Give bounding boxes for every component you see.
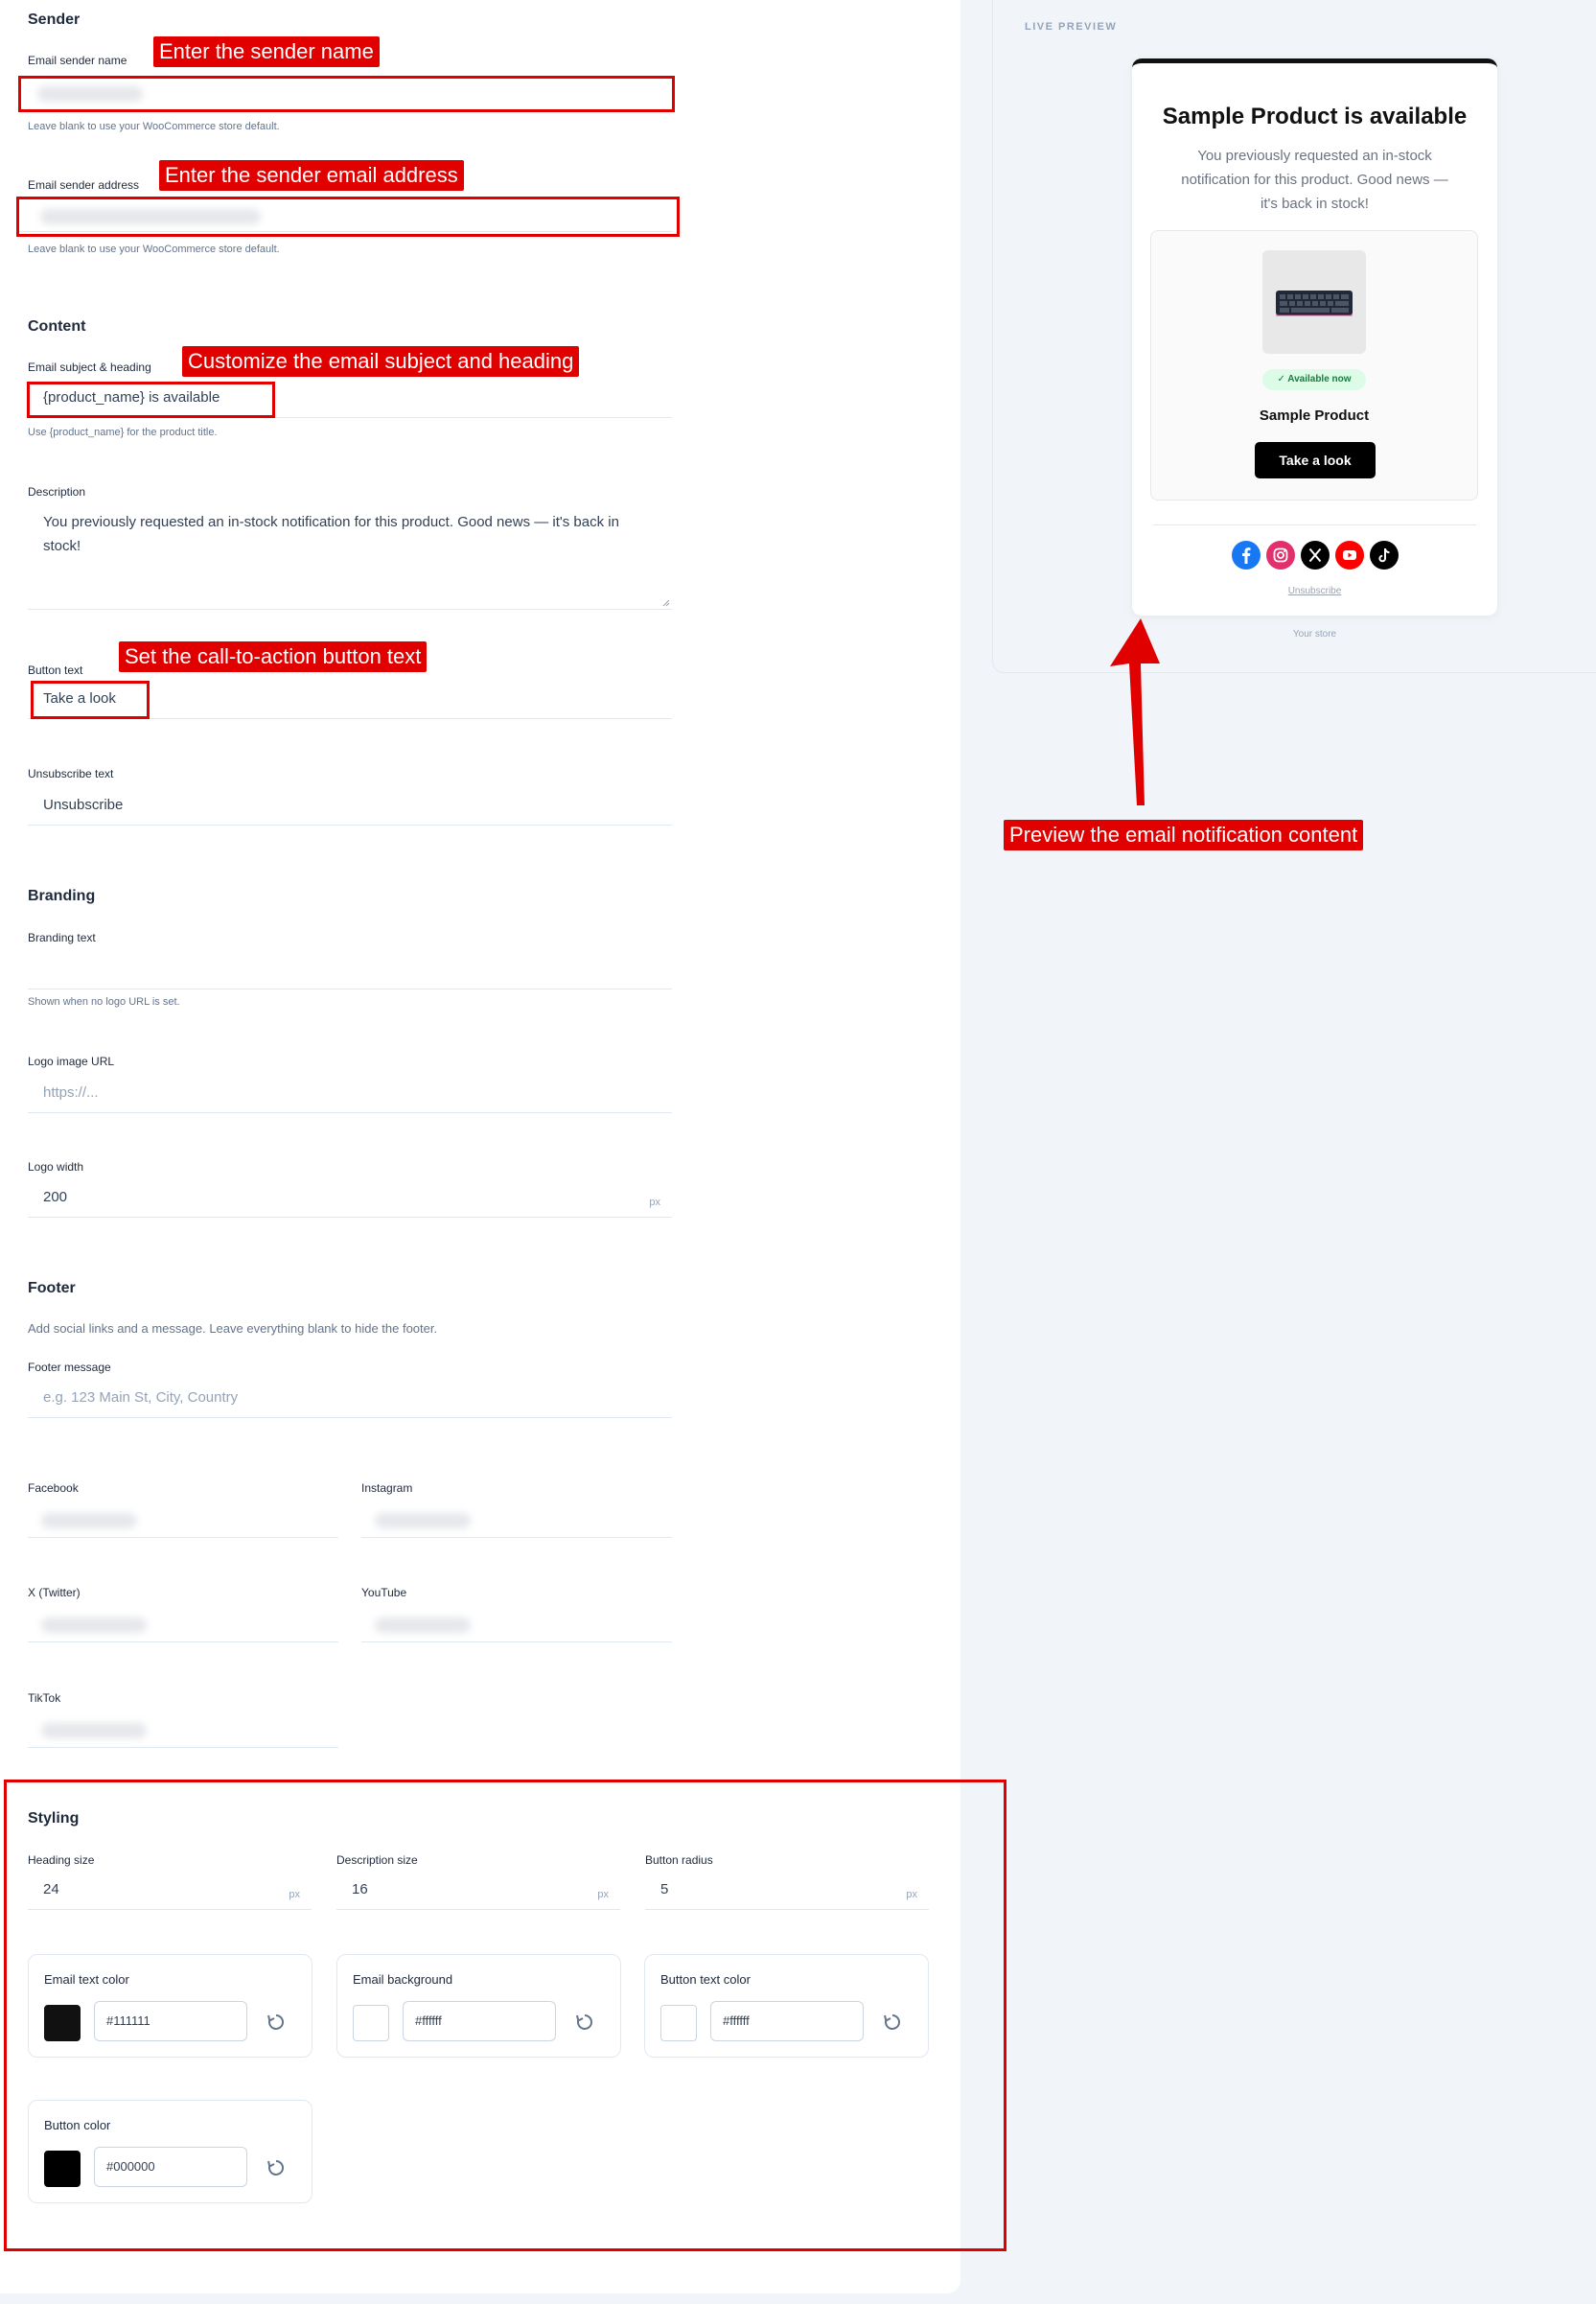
redacted-value bbox=[41, 1513, 137, 1528]
sender-section-title: Sender bbox=[28, 12, 81, 28]
sender-address-help: Leave blank to use your WooCommerce stor… bbox=[28, 244, 280, 255]
preview-description: You previously requested an in-stock not… bbox=[1181, 148, 1448, 212]
description-value: You previously requested an in-stock not… bbox=[43, 514, 619, 554]
redacted-value bbox=[41, 1617, 147, 1633]
twitter-input[interactable] bbox=[28, 1608, 338, 1642]
branding-text-label: Branding text bbox=[28, 931, 96, 944]
keyboard-icon bbox=[1276, 291, 1353, 316]
sender-name-help: Leave blank to use your WooCommerce stor… bbox=[28, 121, 280, 132]
youtube-label: YouTube bbox=[361, 1586, 407, 1599]
youtube-input[interactable] bbox=[361, 1608, 672, 1642]
subject-label: Email subject & heading bbox=[28, 361, 151, 374]
preview-product-name: Sample Product bbox=[1259, 407, 1370, 424]
annotation-label-sender-address: Enter the sender email address bbox=[159, 160, 464, 191]
annotation-arrow-icon bbox=[1110, 618, 1160, 805]
subject-help: Use {product_name} for the product title… bbox=[28, 427, 218, 438]
content-section-title: Content bbox=[28, 318, 86, 335]
button-text-label: Button text bbox=[28, 663, 83, 677]
annotation-box-button-text bbox=[31, 681, 150, 719]
footer-intro: Add social links and a message. Leave ev… bbox=[28, 1321, 438, 1336]
live-preview-label: LIVE PREVIEW bbox=[1025, 21, 1118, 33]
tiktok-icon[interactable] bbox=[1370, 541, 1399, 570]
branding-text-input[interactable] bbox=[28, 955, 672, 989]
footer-message-input[interactable]: e.g. 123 Main St, City, Country bbox=[28, 1384, 672, 1418]
annotation-label-subject: Customize the email subject and heading bbox=[182, 346, 580, 377]
footer-message-label: Footer message bbox=[28, 1361, 111, 1374]
annotation-label-preview: Preview the email notification content bbox=[1004, 820, 1364, 850]
branding-section-title: Branding bbox=[28, 888, 96, 904]
live-preview-panel: LIVE PREVIEW Sample Product is available… bbox=[992, 0, 1596, 673]
sender-address-label: Email sender address bbox=[28, 178, 140, 192]
logo-width-label: Logo width bbox=[28, 1160, 84, 1174]
email-preview-card: Sample Product is available You previous… bbox=[1132, 58, 1497, 616]
preview-product-box: ✓ Available now Sample Product Take a lo… bbox=[1150, 230, 1478, 500]
instagram-input[interactable] bbox=[361, 1503, 672, 1538]
preview-heading: Sample Product is available bbox=[1162, 104, 1468, 129]
annotation-box-styling bbox=[4, 1780, 1006, 2251]
logo-width-unit: px bbox=[649, 1197, 660, 1208]
annotation-box-subject bbox=[27, 382, 275, 418]
tiktok-input[interactable] bbox=[28, 1713, 338, 1748]
youtube-icon[interactable] bbox=[1335, 541, 1364, 570]
tiktok-label: TikTok bbox=[28, 1691, 61, 1705]
unsubscribe-label: Unsubscribe text bbox=[28, 767, 114, 780]
logo-url-input[interactable]: https://... bbox=[28, 1079, 672, 1113]
x-twitter-icon[interactable] bbox=[1301, 541, 1330, 570]
logo-width-input[interactable]: 200 px bbox=[28, 1183, 672, 1218]
branding-text-help: Shown when no logo URL is set. bbox=[28, 996, 180, 1008]
redacted-value bbox=[375, 1513, 471, 1528]
twitter-label: X (Twitter) bbox=[28, 1586, 81, 1599]
preview-unsubscribe-link[interactable]: Unsubscribe bbox=[1132, 586, 1497, 596]
description-label: Description bbox=[28, 485, 86, 499]
facebook-input[interactable] bbox=[28, 1503, 338, 1538]
resize-handle-icon[interactable] bbox=[660, 597, 670, 607]
preview-cta-button[interactable]: Take a look bbox=[1255, 442, 1376, 478]
annotation-label-sender-name: Enter the sender name bbox=[153, 36, 380, 67]
instagram-label: Instagram bbox=[361, 1481, 413, 1495]
available-badge: ✓ Available now bbox=[1262, 369, 1366, 390]
preview-divider bbox=[1153, 524, 1476, 525]
footer-section-title: Footer bbox=[28, 1280, 76, 1296]
sender-name-label: Email sender name bbox=[28, 54, 127, 67]
annotation-box-sender-address bbox=[16, 197, 680, 237]
product-image bbox=[1262, 250, 1366, 354]
redacted-value bbox=[375, 1617, 471, 1633]
redacted-value bbox=[41, 1723, 147, 1738]
annotation-box-sender-name bbox=[18, 76, 675, 112]
unsubscribe-input[interactable]: Unsubscribe bbox=[28, 791, 672, 826]
annotation-label-button-text: Set the call-to-action button text bbox=[119, 641, 428, 672]
logo-width-value: 200 bbox=[43, 1189, 68, 1205]
facebook-icon[interactable] bbox=[1232, 541, 1261, 570]
description-textarea[interactable]: You previously requested an in-stock not… bbox=[28, 500, 672, 610]
logo-url-label: Logo image URL bbox=[28, 1055, 115, 1068]
facebook-label: Facebook bbox=[28, 1481, 79, 1495]
instagram-icon[interactable] bbox=[1266, 541, 1295, 570]
